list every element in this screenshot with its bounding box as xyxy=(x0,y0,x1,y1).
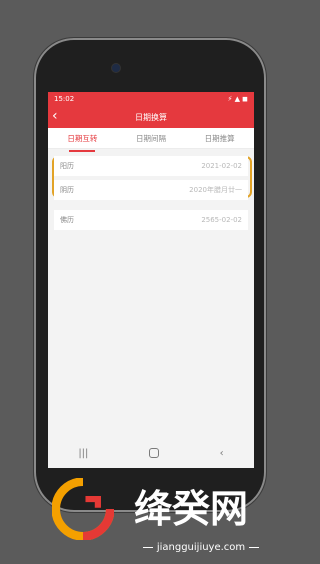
watermark-url: jiangguijiuye.com xyxy=(126,542,276,553)
solar-label: 阳历 xyxy=(60,162,74,170)
home-icon[interactable] xyxy=(149,448,160,458)
page-title: 日期换算 xyxy=(135,112,167,122)
back-icon[interactable]: ‹ xyxy=(52,109,58,123)
navigation-bar: ||| ‹ xyxy=(48,438,254,468)
recent-apps-icon[interactable]: ||| xyxy=(78,448,88,459)
lunar-label: 阴历 xyxy=(60,186,74,194)
tab-date-conversion[interactable]: 日期互转 xyxy=(63,131,101,152)
buddhist-label: 佛历 xyxy=(60,216,74,224)
tab-date-interval[interactable]: 日期间隔 xyxy=(132,131,170,146)
solar-row[interactable]: 阳历 2021-02-02 xyxy=(54,156,248,176)
status-bar: 15:02 ⚡ ▲ ◼ xyxy=(48,92,254,106)
title-bar: ‹ 日期换算 xyxy=(48,106,254,128)
app-screen: 15:02 ⚡ ▲ ◼ ‹ 日期换算 日期互转 日期间隔 日期推算 阳历 202… xyxy=(48,92,254,468)
lunar-value: 2020年腊月廿一 xyxy=(189,186,242,194)
status-time: 15:02 xyxy=(54,95,75,103)
back-icon[interactable]: ‹ xyxy=(220,448,224,459)
solar-value: 2021-02-02 xyxy=(201,162,242,170)
status-icons: ⚡ ▲ ◼ xyxy=(227,95,248,103)
tab-date-calculation[interactable]: 日期推算 xyxy=(201,131,239,146)
watermark-title: 绛癸网 xyxy=(134,487,249,531)
buddhist-value: 2565-02-02 xyxy=(201,216,242,224)
lunar-row[interactable]: 阴历 2020年腊月廿一 xyxy=(54,180,248,200)
tab-bar: 日期互转 日期间隔 日期推算 xyxy=(48,128,254,152)
camera-icon xyxy=(112,64,120,72)
watermark-logo-icon xyxy=(52,478,114,540)
buddhist-row[interactable]: 佛历 2565-02-02 xyxy=(54,210,248,230)
